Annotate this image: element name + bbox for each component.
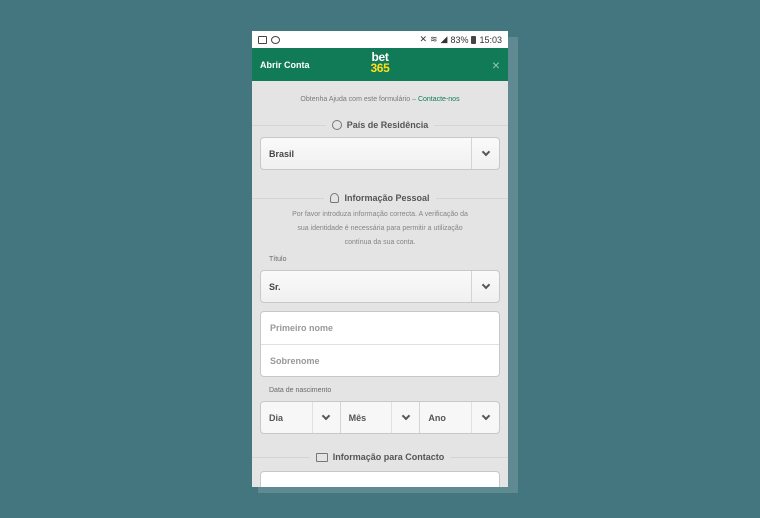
- app-header: Abrir Conta bet 365 ×: [252, 48, 508, 81]
- signal-icon: ◢: [440, 34, 448, 44]
- section-heading-contact: Informação para Contacto: [252, 450, 508, 464]
- close-icon[interactable]: ×: [492, 57, 500, 73]
- divider: [252, 197, 325, 199]
- first-name-input[interactable]: Primeiro nome: [261, 312, 499, 344]
- divider: [450, 456, 508, 458]
- phone-screen: ✕ ≋ ◢ 83% 15:03 Abrir Conta bet 365 × Ob…: [252, 31, 508, 487]
- image-notification-icon: [258, 35, 267, 44]
- header-title: Abrir Conta: [260, 59, 310, 70]
- divider: [434, 124, 508, 126]
- last-name-input[interactable]: Sobrenome: [261, 344, 499, 376]
- battery-percent: 83%: [450, 34, 469, 45]
- mute-icon: ✕: [419, 34, 427, 44]
- dob-label: Data de nascimento: [269, 387, 332, 394]
- year-select[interactable]: Ano: [419, 402, 499, 433]
- day-select[interactable]: Dia: [261, 402, 340, 433]
- divider: [252, 456, 310, 458]
- title-select[interactable]: Sr.: [260, 270, 500, 303]
- month-select[interactable]: Mês: [339, 402, 420, 433]
- section-heading-personal: Informação Pessoal: [252, 191, 508, 205]
- personal-info-description: Por favor introduza informação correcta.…: [292, 211, 468, 246]
- chevron-down-icon: [471, 271, 499, 302]
- chevron-down-icon: [471, 138, 499, 169]
- chevron-down-icon: [391, 402, 419, 433]
- bet365-logo: bet 365: [370, 50, 390, 75]
- country-value: Brasil: [269, 148, 295, 159]
- name-fields: Primeiro nome Sobrenome: [260, 311, 500, 377]
- status-bar: ✕ ≋ ◢ 83% 15:03: [252, 31, 508, 48]
- divider: [435, 197, 508, 199]
- divider: [252, 124, 326, 126]
- help-text: Obtenha Ajuda com este formulário – Cont…: [300, 96, 460, 103]
- clock: 15:03: [479, 34, 502, 45]
- chevron-down-icon: [471, 402, 499, 433]
- registered-icon: [271, 35, 280, 44]
- dob-selects: Dia Mês Ano: [260, 401, 500, 434]
- title-value: Sr.: [269, 281, 281, 292]
- form-content: Obtenha Ajuda com este formulário – Cont…: [252, 96, 508, 487]
- battery-icon: [471, 35, 477, 44]
- contact-link[interactable]: Contacte-nos: [418, 96, 460, 103]
- section-heading-country: País de Residência: [252, 118, 508, 132]
- country-select[interactable]: Brasil: [260, 137, 500, 170]
- globe-icon: [331, 120, 342, 130]
- person-icon: [330, 193, 340, 203]
- wifi-icon: ≋: [429, 34, 438, 44]
- chevron-down-icon: [311, 402, 340, 433]
- contact-book-icon: [315, 452, 328, 462]
- title-label: Título: [269, 256, 287, 263]
- contact-field[interactable]: [260, 471, 500, 487]
